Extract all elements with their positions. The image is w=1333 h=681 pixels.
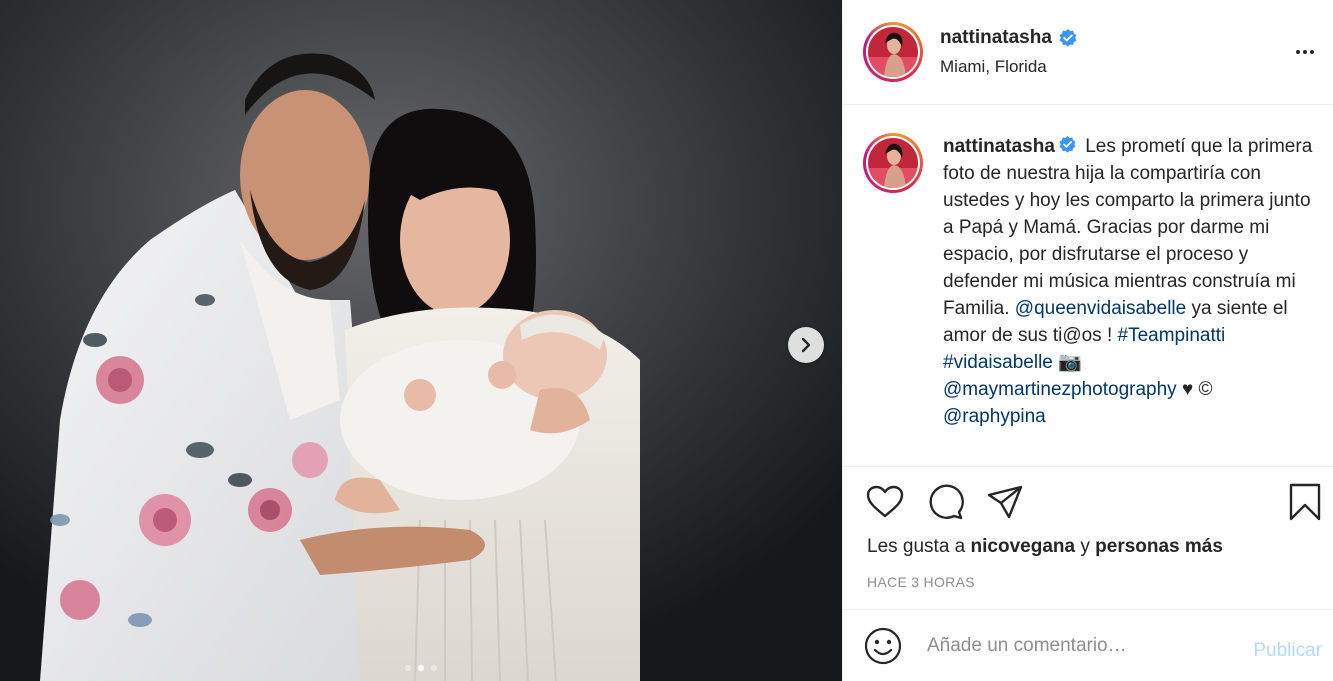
comment-icon — [929, 484, 964, 520]
share-button[interactable] — [985, 482, 1025, 522]
next-photo-button[interactable] — [788, 327, 824, 363]
more-options-icon[interactable] — [1293, 42, 1317, 62]
carousel-dot — [431, 665, 437, 671]
action-bar — [843, 480, 1333, 524]
post-media[interactable] — [0, 0, 842, 681]
instagram-post: nattinatasha Miami, Florida nattinatasha… — [0, 0, 1333, 681]
carousel-indicator — [0, 665, 842, 671]
emoji-button[interactable] — [863, 626, 903, 666]
post-header: nattinatasha Miami, Florida — [843, 0, 1333, 105]
comment-composer: Publicar — [843, 609, 1333, 681]
post-timestamp[interactable]: HACE 3 HORAS — [867, 574, 975, 590]
caption-text: nattinatasha Les prometí que la primera … — [943, 133, 1319, 430]
username-link[interactable]: nattinatasha — [940, 27, 1052, 49]
carousel-dot — [405, 665, 411, 671]
avatar-image — [868, 138, 918, 188]
save-button[interactable] — [1285, 482, 1325, 522]
verified-badge-icon — [1059, 135, 1076, 153]
post-details-panel: nattinatasha Miami, Florida nattinatasha… — [842, 0, 1333, 681]
smiley-icon — [864, 627, 902, 664]
location-link[interactable]: Miami, Florida — [940, 57, 1078, 77]
hashtag-link[interactable]: #vidaisabelle — [943, 352, 1053, 373]
bookmark-icon — [1289, 483, 1321, 521]
hashtag-link[interactable]: #Teampinatti — [1118, 325, 1226, 346]
liker-username[interactable]: nicovegana — [971, 536, 1076, 557]
likes-summary[interactable]: Les gusta a nicovegana y personas más — [867, 536, 1223, 558]
likes-others[interactable]: personas más — [1095, 536, 1223, 557]
share-icon — [987, 485, 1023, 519]
caption-body: ♥ © — [1181, 379, 1213, 400]
mention-link[interactable]: @raphypina — [943, 406, 1046, 427]
caption-avatar[interactable] — [863, 133, 923, 193]
mention-link[interactable]: @maymartinezphotography — [943, 379, 1177, 400]
publish-button[interactable]: Publicar — [1253, 640, 1322, 662]
like-button[interactable] — [865, 482, 905, 522]
caption-username[interactable]: nattinatasha — [943, 136, 1055, 157]
caption-body: Les prometí que la primera foto de nuest… — [943, 136, 1313, 319]
avatar-image — [868, 27, 918, 77]
comment-button[interactable] — [925, 482, 965, 522]
chevron-right-icon — [801, 337, 811, 353]
header-text: nattinatasha Miami, Florida — [940, 27, 1078, 77]
likes-joiner: y — [1080, 536, 1090, 557]
family-portrait-photo — [0, 0, 842, 681]
caption: nattinatasha Les prometí que la primera … — [863, 133, 1319, 430]
avatar[interactable] — [863, 22, 923, 82]
likes-prefix: Les gusta a — [867, 536, 966, 557]
camera-emoji: 📷 — [1058, 352, 1082, 373]
caption-scroll-area[interactable]: nattinatasha Les prometí que la primera … — [843, 105, 1333, 467]
carousel-dot-active — [418, 665, 424, 671]
verified-badge-icon — [1059, 29, 1077, 47]
mention-link[interactable]: @queenvidaisabelle — [1015, 298, 1186, 319]
comment-input[interactable] — [927, 634, 1227, 657]
heart-icon — [866, 485, 904, 518]
